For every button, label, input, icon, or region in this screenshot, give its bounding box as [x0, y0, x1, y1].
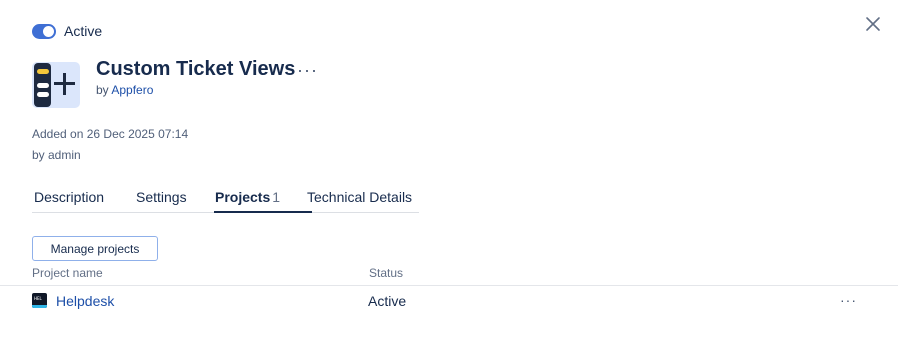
column-header-status: Status [369, 266, 404, 280]
app-more-button[interactable]: ··· [297, 60, 318, 81]
tab-projects-count: 1 [272, 189, 281, 205]
active-label: Active [64, 23, 103, 39]
added-by-text: by admin [32, 148, 81, 162]
toggle-knob [43, 25, 54, 37]
project-name-link[interactable]: Helpdesk [56, 293, 114, 309]
manage-projects-button[interactable]: Manage projects [32, 236, 158, 261]
tab-projects-label: Projects [215, 189, 271, 205]
active-tab-indicator [214, 211, 312, 213]
app-title: Custom Ticket Views [96, 58, 296, 80]
tab-bar: Description Settings Projects 1 Technical… [32, 186, 419, 213]
active-toggle[interactable] [32, 23, 56, 39]
vendor-prefix: by [96, 83, 109, 97]
table-divider [0, 285, 898, 286]
tab-description[interactable]: Description [34, 189, 104, 205]
column-header-project-name: Project name [32, 266, 103, 280]
tab-settings[interactable]: Settings [136, 189, 187, 205]
row-more-button[interactable]: ··· [840, 292, 857, 308]
active-toggle-row: Active [32, 21, 102, 41]
close-icon [866, 17, 880, 31]
project-icon: HEL [32, 293, 47, 308]
tab-projects[interactable]: Projects 1 [215, 189, 280, 205]
project-status: Active [368, 293, 407, 309]
vendor-link[interactable]: Appfero [111, 83, 153, 97]
tab-technical-details[interactable]: Technical Details [307, 189, 412, 205]
close-button[interactable] [862, 13, 884, 35]
app-icon [32, 62, 80, 108]
vendor-line: by Appfero [96, 83, 153, 97]
added-on-text: Added on 26 Dec 2025 07:14 [32, 127, 189, 141]
